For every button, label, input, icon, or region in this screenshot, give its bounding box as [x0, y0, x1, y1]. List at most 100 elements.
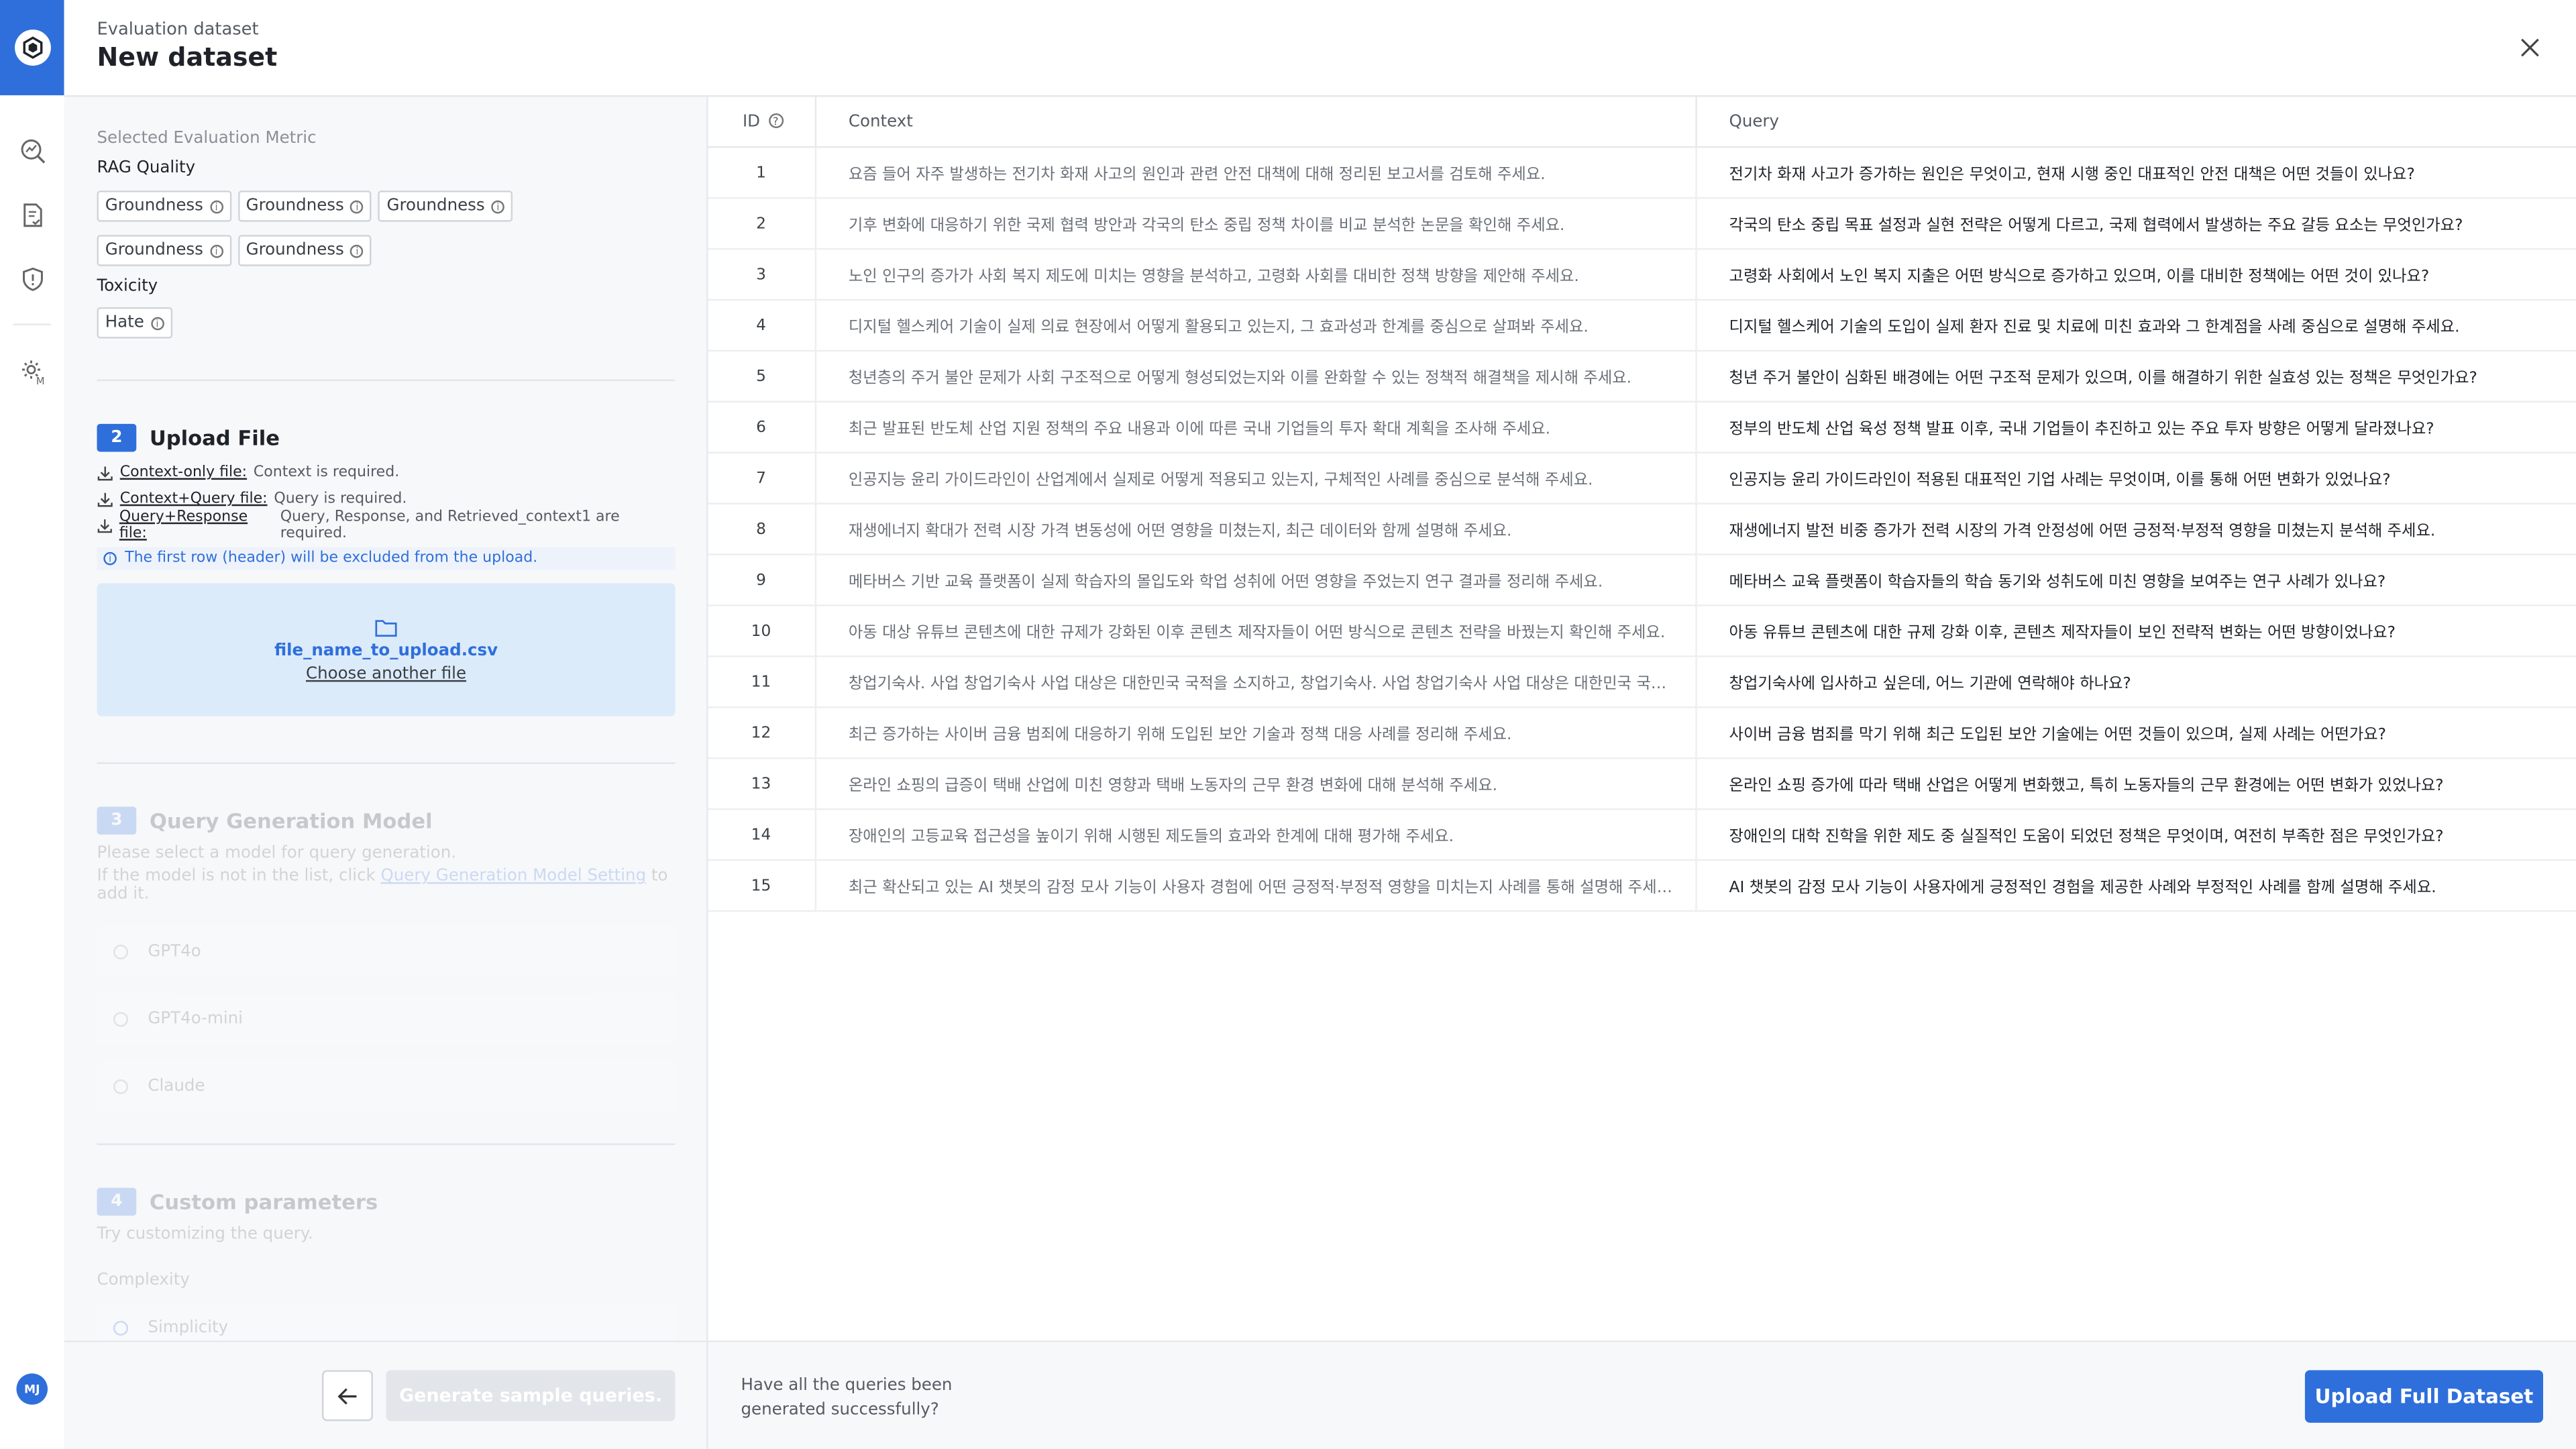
table-row[interactable]: 3 노인 인구의 증가가 사회 복지 제도에 미치는 영향을 분석하고, 고령화 … — [708, 249, 2576, 301]
template-download-link[interactable]: Query+Response file: — [119, 509, 274, 542]
close-icon[interactable] — [2517, 34, 2543, 60]
query-cell: 전기차 화재 사고가 증가하는 원인은 무엇이고, 현재 시행 중인 대표적인 … — [1695, 147, 2576, 199]
requirement-desc: Query is required. — [274, 491, 407, 508]
table-body: 1 요즘 들어 자주 발생하는 전기차 화재 사고의 원인과 관련 안전 대책에 … — [708, 147, 2576, 912]
user-avatar[interactable]: MJ — [16, 1373, 48, 1405]
table-row[interactable]: 5 청년층의 주거 불안 문제가 사회 구조적으로 어떻게 형성되었는지와 이를 … — [708, 350, 2576, 403]
query-cell: 재생에너지 발전 비중 증가가 전력 시장의 가격 안정성에 어떤 긍정적·부정… — [1695, 503, 2576, 555]
info-icon[interactable]: i — [209, 199, 223, 213]
table-row[interactable]: 13 온라인 쇼핑의 급증이 택배 산업에 미친 영향과 택배 노동자의 근무 환… — [708, 758, 2576, 810]
context-cell: 기후 변화에 대응하기 위한 국제 협력 방안과 각국의 탄소 중립 정책 차이… — [814, 198, 1697, 250]
table-row[interactable]: 9 메타버스 기반 교육 플랫폼이 실제 학습자의 몰입도와 학업 성취에 어떤 … — [708, 554, 2576, 606]
requirement-desc: Query, Response, and Retrieved_context1 … — [280, 509, 620, 543]
table-row[interactable]: 12 최근 증가하는 사이버 금융 범죄에 대응하기 위해 도입된 보안 기술과 … — [708, 707, 2576, 759]
rag-chip-list: Groundness i Groundness i Groundness i Groundn… — [97, 186, 639, 274]
shield-icon[interactable] — [16, 263, 48, 294]
complexity-label: Complexity — [97, 1271, 190, 1290]
model-option-gpt4o-mini[interactable]: GPT4o-mini — [97, 994, 676, 1045]
table-row[interactable]: 14 장애인의 고등교육 접근성을 높이기 위해 시행된 제도들의 효과와 한계에… — [708, 809, 2576, 861]
requirements-list: Context-only file: Context is required. … — [97, 460, 675, 542]
document-check-icon[interactable] — [16, 199, 48, 230]
requirement-item: Context-only file: Context is required. — [97, 460, 675, 486]
metric-chip: Groundness i — [97, 235, 231, 266]
brand-logo[interactable] — [0, 0, 64, 96]
info-icon[interactable]: i — [150, 316, 164, 330]
section-divider — [97, 762, 676, 764]
table-row[interactable]: 4 디지털 헬스케어 기술이 실제 의료 현장에서 어떻게 활용되고 있는지, 그… — [708, 299, 2576, 352]
context-cell: 아동 대상 유튜브 콘텐츠에 대한 규제가 강화된 이후 콘텐츠 제작자들이 어… — [814, 605, 1697, 657]
query-cell: 메타버스 교육 플랫폼이 학습자들의 학습 동기와 성취도에 미친 영향을 보여… — [1695, 554, 2576, 606]
back-button[interactable] — [322, 1370, 373, 1421]
context-cell: 요즘 들어 자주 발생하는 전기차 화재 사고의 원인과 관련 안전 대책에 대… — [814, 147, 1697, 199]
info-icon[interactable]: i — [209, 244, 223, 258]
row-id-cell: 13 — [708, 758, 816, 810]
section-divider — [97, 1143, 676, 1145]
table-row[interactable]: 11 창업기숙사. 사업 창업기숙사 사업 대상은 대한민국 국적을 소지하고, … — [708, 656, 2576, 708]
model-option-gpt4o[interactable]: GPT4o — [97, 926, 676, 978]
row-id-cell: 9 — [708, 554, 816, 606]
toxicity-label: Toxicity — [97, 277, 158, 296]
info-icon[interactable]: i — [491, 199, 505, 213]
context-cell: 디지털 헬스케어 기술이 실제 의료 현장에서 어떻게 활용되고 있는지, 그 … — [814, 299, 1697, 352]
custom-desc: Try customizing the query. — [97, 1225, 313, 1244]
metrics-section: Selected Evaluation Metric RAG Quality G… — [97, 129, 675, 346]
query-cell: 고령화 사회에서 노인 복지 지출은 어떤 방식으로 증가하고 있으며, 이를 … — [1695, 249, 2576, 301]
query-model-section: 3 Query Generation Model Please select a… — [97, 806, 676, 1128]
query-model-title: Query Generation Model — [149, 808, 433, 833]
upload-full-dataset-button[interactable]: Upload Full Dataset — [2304, 1370, 2544, 1423]
upload-title: Upload File — [149, 425, 280, 451]
uploaded-file-name: file_name_to_upload.csv — [274, 641, 498, 660]
metric-chip: Groundness i — [378, 191, 513, 222]
table-row[interactable]: 1 요즘 들어 자주 발생하는 전기차 화재 사고의 원인과 관련 안전 대책에 … — [708, 147, 2576, 199]
row-id-cell: 2 — [708, 198, 816, 250]
metric-chip: Groundness i — [97, 191, 231, 222]
query-model-step-header: 3 Query Generation Model — [97, 806, 675, 835]
generate-sample-queries-button[interactable]: Generate sample queries. — [386, 1370, 676, 1421]
metrics-section-label: Selected Evaluation Metric — [97, 129, 317, 148]
table-row[interactable]: 8 재생에너지 확대가 전력 시장 가격 변동성에 어떤 영향을 미쳤는지, 최근… — [708, 503, 2576, 555]
context-cell: 온라인 쇼핑의 급증이 택배 산업에 미친 영향과 택배 노동자의 근무 환경 … — [814, 758, 1697, 810]
page-title: New dataset — [97, 42, 278, 72]
table-row[interactable]: 2 기후 변화에 대응하기 위한 국제 협력 방안과 각국의 탄소 중립 정책 차… — [708, 198, 2576, 250]
custom-step-header: 4 Custom parameters — [97, 1187, 675, 1216]
row-id-cell: 5 — [708, 350, 816, 403]
model-setting-link[interactable]: Query Generation Model Setting — [381, 867, 647, 885]
info-icon[interactable]: i — [350, 199, 364, 213]
query-cell: 정부의 반도체 산업 육성 정책 발표 이후, 국내 기업들이 추진하고 있는 … — [1695, 401, 2576, 453]
table-row[interactable]: 15 최근 확산되고 있는 AI 챗봇의 감정 모사 기능이 사용자 경험에 어떤… — [708, 860, 2576, 912]
download-icon — [97, 492, 113, 507]
context-cell: 노인 인구의 증가가 사회 복지 제도에 미치는 영향을 분석하고, 고령화 사… — [814, 249, 1697, 301]
template-download-link[interactable]: Context+Query file: — [120, 491, 268, 507]
row-id-cell: 7 — [708, 452, 816, 504]
requirement-item: Query+Response file: Query, Response, an… — [97, 509, 675, 542]
column-header-id[interactable]: ID? — [708, 97, 816, 148]
row-id-cell: 15 — [708, 860, 816, 912]
model-settings-icon[interactable]: M — [16, 355, 48, 386]
file-dropzone[interactable]: file_name_to_upload.csv Choose another f… — [97, 583, 676, 716]
model-option-claude[interactable]: Claude — [97, 1061, 676, 1112]
table-row[interactable]: 10 아동 대상 유튜브 콘텐츠에 대한 규제가 강화된 이후 콘텐츠 제작자들이… — [708, 605, 2576, 657]
context-cell: 창업기숙사. 사업 창업기숙사 사업 대상은 대한민국 국적을 소지하고, 창업… — [814, 656, 1697, 708]
left-rail: M MJ — [0, 0, 66, 1449]
row-id-cell: 14 — [708, 809, 816, 861]
analytics-icon[interactable] — [16, 135, 48, 166]
query-cell: 청년 주거 불안이 심화된 배경에는 어떤 구조적 문제가 있으며, 이를 해결… — [1695, 350, 2576, 403]
column-header-context[interactable]: Context — [814, 97, 1697, 148]
metric-chip: Hate i — [97, 307, 172, 339]
table-row[interactable]: 6 최근 발표된 반도체 산업 지원 정책의 주요 내용과 이에 따른 국내 기업… — [708, 401, 2576, 453]
upload-note: i The first row (header) will be exclude… — [97, 547, 676, 570]
template-download-link[interactable]: Context-only file: — [120, 465, 247, 481]
help-icon[interactable]: ? — [768, 113, 784, 129]
column-header-query[interactable]: Query — [1695, 97, 2576, 148]
row-id-cell: 10 — [708, 605, 816, 657]
custom-title: Custom parameters — [149, 1189, 378, 1214]
choose-another-file-link[interactable]: Choose another file — [306, 665, 466, 683]
row-id-cell: 3 — [708, 249, 816, 301]
completion-question: Have all the queries been generated succ… — [741, 1377, 953, 1419]
app-root: M MJ Evaluation dataset New dataset Sele… — [0, 0, 2576, 1449]
query-cell: 각국의 탄소 중립 목표 설정과 실현 전략은 어떻게 다르고, 국제 협력에서… — [1695, 198, 2576, 250]
table-row[interactable]: 7 인공지능 윤리 가이드라인이 산업계에서 실제로 어떻게 적용되고 있는지, … — [708, 452, 2576, 504]
metric-chip: Groundness i — [237, 191, 372, 222]
context-cell: 인공지능 윤리 가이드라인이 산업계에서 실제로 어떻게 적용되고 있는지, 구… — [814, 452, 1697, 504]
info-icon[interactable]: i — [350, 244, 364, 258]
